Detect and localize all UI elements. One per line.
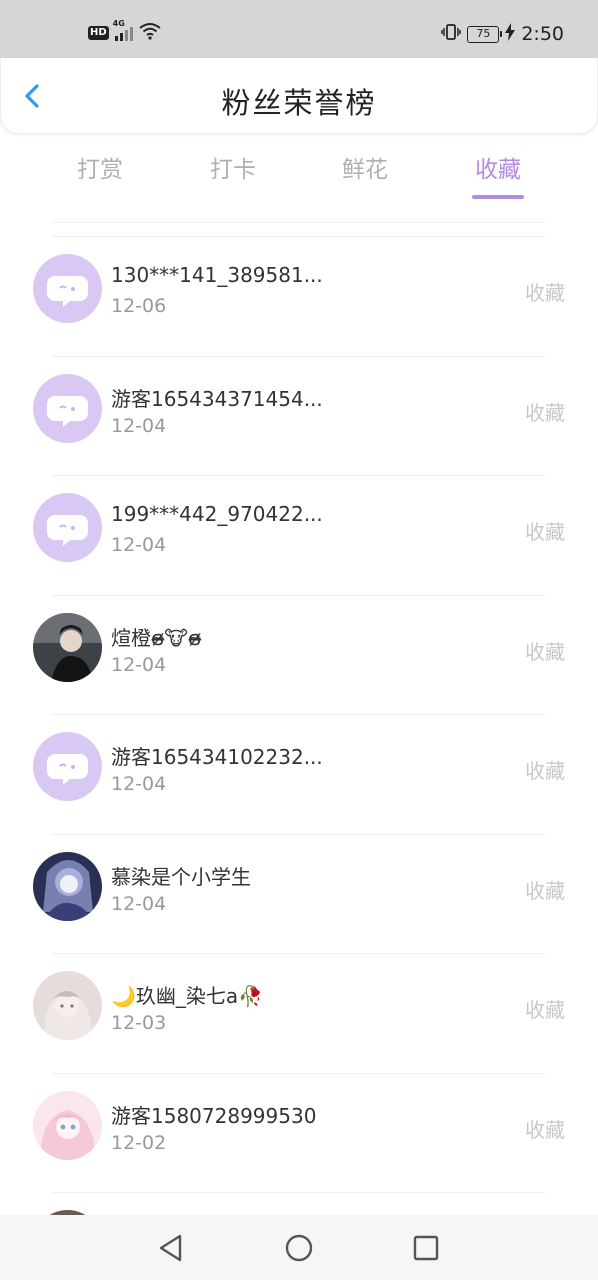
list-item[interactable]: 煊橙ɞ̴̶̷🐮ɞ̴̶̷ 12-04 收藏 bbox=[33, 594, 565, 715]
tab-bar: 打赏 打卡 鲜花 收藏 bbox=[0, 150, 598, 210]
square-recents-icon bbox=[413, 1235, 439, 1261]
network-label: 4G bbox=[112, 19, 125, 28]
system-nav-bar bbox=[0, 1215, 598, 1280]
fan-name: 199***442_970422... bbox=[111, 502, 323, 526]
status-bar: HD 4G 75 2:50 bbox=[0, 0, 598, 58]
clock: 2:50 bbox=[521, 23, 564, 45]
tab-reward[interactable]: 打赏 bbox=[55, 150, 145, 184]
fan-date: 12-04 bbox=[111, 892, 167, 915]
nav-back-button[interactable] bbox=[156, 1233, 186, 1263]
vibrate-icon bbox=[441, 22, 462, 46]
fan-name: 慕染是个小学生 bbox=[111, 864, 251, 889]
fan-name: 游客165434102232... bbox=[111, 745, 323, 769]
hd-badge: HD bbox=[88, 26, 109, 40]
active-tab-indicator bbox=[472, 195, 524, 199]
list-item[interactable]: 199***442_970422... 12-04 收藏 bbox=[33, 475, 565, 595]
fan-list: 130***141_389581... 12-06 收藏 游客165434371… bbox=[0, 236, 598, 1233]
fan-date: 12-04 bbox=[111, 534, 167, 556]
action-label: 收藏 bbox=[525, 520, 565, 544]
charging-icon bbox=[505, 23, 516, 45]
user-avatar bbox=[33, 851, 102, 921]
list-item[interactable]: 游客1580728999530 12-02 收藏 bbox=[33, 1072, 565, 1193]
page-title: 粉丝荣誉榜 bbox=[221, 86, 377, 120]
fan-name: 游客165434371454... bbox=[111, 386, 323, 411]
nav-recents-button[interactable] bbox=[411, 1233, 441, 1263]
tab-favorites[interactable]: 收藏 bbox=[453, 150, 543, 184]
divider bbox=[52, 222, 546, 223]
signal-icon: 4G bbox=[113, 19, 133, 41]
user-avatar bbox=[33, 1090, 102, 1160]
fan-date: 12-04 bbox=[111, 653, 167, 676]
action-label: 收藏 bbox=[525, 1117, 565, 1142]
wifi-icon bbox=[139, 22, 161, 44]
action-label: 收藏 bbox=[525, 281, 565, 305]
action-label: 收藏 bbox=[525, 998, 565, 1022]
fan-date: 12-03 bbox=[111, 1012, 167, 1034]
fan-date: 12-04 bbox=[111, 773, 167, 795]
fan-name: 煊橙ɞ̴̶̷🐮ɞ̴̶̷ bbox=[111, 625, 202, 650]
action-label: 收藏 bbox=[525, 759, 565, 783]
fan-date: 12-02 bbox=[111, 1131, 167, 1154]
action-label: 收藏 bbox=[525, 639, 565, 664]
tab-flowers[interactable]: 鲜花 bbox=[320, 150, 410, 184]
status-left: HD 4G bbox=[88, 19, 161, 44]
default-chat-avatar-icon bbox=[33, 493, 102, 562]
default-chat-avatar-icon bbox=[33, 254, 102, 323]
default-chat-avatar-icon bbox=[33, 732, 102, 801]
nav-home-button[interactable] bbox=[284, 1233, 314, 1263]
action-label: 收藏 bbox=[525, 878, 565, 903]
fan-name: 游客1580728999530 bbox=[111, 1103, 317, 1128]
fan-date: 12-04 bbox=[111, 414, 167, 437]
fan-date: 12-06 bbox=[111, 295, 167, 317]
fan-name: 🌙玖幽_染七a🥀 bbox=[111, 984, 264, 1008]
list-item[interactable]: 慕染是个小学生 12-04 收藏 bbox=[33, 833, 565, 954]
user-avatar bbox=[33, 612, 102, 682]
app-header: 粉丝荣誉榜 bbox=[0, 58, 598, 134]
list-item[interactable]: 🌙玖幽_染七a🥀 12-03 收藏 bbox=[33, 953, 565, 1073]
user-avatar bbox=[33, 971, 102, 1040]
default-chat-avatar-icon bbox=[33, 373, 102, 443]
triangle-back-icon bbox=[159, 1234, 182, 1262]
list-item[interactable]: 游客165434102232... 12-04 收藏 bbox=[33, 714, 565, 834]
fan-name: 130***141_389581... bbox=[111, 263, 323, 287]
status-right: 75 2:50 bbox=[441, 22, 564, 46]
battery-indicator: 75 bbox=[467, 25, 503, 43]
list-item[interactable]: 130***141_389581... 12-06 收藏 bbox=[33, 236, 565, 356]
action-label: 收藏 bbox=[525, 400, 565, 425]
circle-home-icon bbox=[285, 1234, 313, 1262]
tab-checkin[interactable]: 打卡 bbox=[188, 150, 278, 184]
list-item[interactable]: 游客165434371454... 12-04 收藏 bbox=[33, 355, 565, 476]
